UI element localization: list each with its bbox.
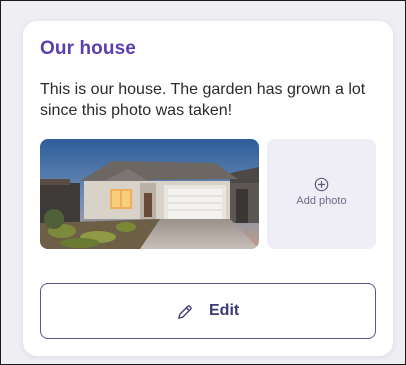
post-card: Our house This is our house. The garden … (23, 21, 393, 356)
pencil-icon (178, 305, 192, 319)
photo-row: Add photo (40, 139, 376, 249)
screen-frame: Our house This is our house. The garden … (0, 0, 406, 365)
house-photo-image (40, 139, 259, 249)
plus-circle-icon (314, 177, 329, 192)
add-photo-button[interactable]: Add photo (267, 139, 376, 249)
card-description: This is our house. The garden has grown … (40, 81, 366, 119)
edit-button[interactable]: Edit (40, 283, 376, 339)
card-title: Our house (40, 38, 136, 59)
edit-button-label: Edit (209, 302, 240, 319)
add-photo-label: Add photo (296, 195, 347, 207)
house-photo[interactable] (40, 139, 259, 249)
